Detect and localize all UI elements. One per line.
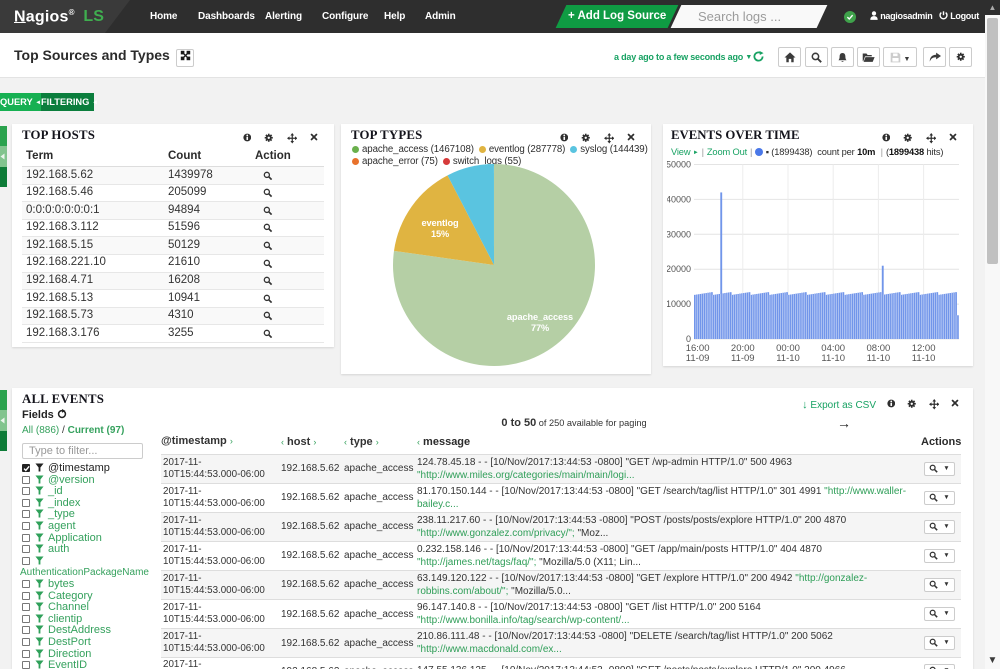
svg-text:30000: 30000 xyxy=(667,229,691,239)
svg-text:10000: 10000 xyxy=(667,299,691,309)
svg-text:11-10: 11-10 xyxy=(912,353,936,364)
svg-text:11-10: 11-10 xyxy=(867,353,891,364)
svg-text:11-09: 11-09 xyxy=(686,353,710,364)
svg-text:50000: 50000 xyxy=(667,160,691,170)
svg-text:20000: 20000 xyxy=(667,264,691,274)
svg-text:11-10: 11-10 xyxy=(776,353,800,364)
svg-text:11-10: 11-10 xyxy=(821,353,845,364)
svg-text:11-09: 11-09 xyxy=(731,353,755,364)
svg-text:40000: 40000 xyxy=(667,194,691,204)
